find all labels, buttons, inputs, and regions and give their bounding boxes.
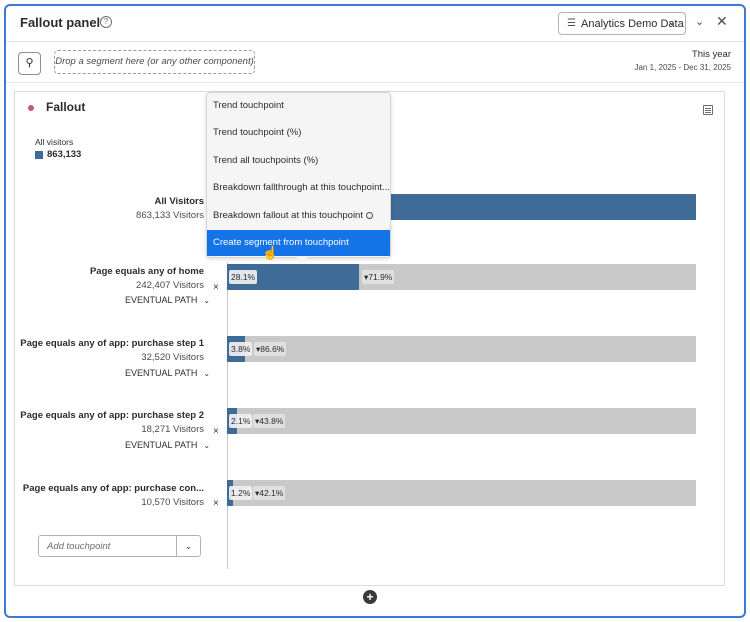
touchpoint-visitors: 32,520 Visitors xyxy=(141,352,204,363)
close-icon[interactable]: ✕ xyxy=(716,13,728,30)
touchpoint-visitors: 10,570 Visitors xyxy=(141,497,204,508)
add-touchpoint-placeholder: Add touchpoint xyxy=(47,541,111,552)
data-source-select[interactable]: ☰ Analytics Demo Data ⌄ xyxy=(558,12,686,35)
legend-swatch xyxy=(35,151,43,159)
menu-item-label: Breakdown fallout at this touchpoint xyxy=(213,210,363,221)
path-type-label: EVENTUAL PATH xyxy=(125,368,198,378)
touchpoint-context-menu: Trend touchpoint Trend touchpoint (%) Tr… xyxy=(206,92,391,263)
fallout-label: ▾86.6% xyxy=(254,342,287,356)
menu-item-breakdown-fallthrough[interactable]: Breakdown fallthrough at this touchpoint… xyxy=(207,175,390,201)
touchpoint-name: Page equals any of app: purchase con... xyxy=(22,483,204,494)
chevron-down-icon[interactable]: ⌄ xyxy=(176,536,200,556)
fallthrough-label: 28.1% xyxy=(229,270,258,284)
path-type-select[interactable]: EVENTUAL PATH ⌄ xyxy=(125,295,210,305)
menu-item-breakdown-fallout[interactable]: Breakdown fallout at this touchpoint xyxy=(207,203,390,229)
remove-touchpoint-icon[interactable]: × xyxy=(213,498,219,509)
chevron-down-icon: ⌄ xyxy=(667,17,676,28)
fallout-bar[interactable]: 3.8% ▾86.6% xyxy=(227,336,696,362)
menu-caret xyxy=(296,257,308,263)
panel-title: Fallout panel xyxy=(20,15,101,30)
fallout-label: ▾42.1% xyxy=(253,486,286,500)
fallout-bar[interactable]: 28.1% ▾71.9% xyxy=(227,264,696,290)
fallout-label: ▾43.8% xyxy=(253,414,286,428)
touchpoint-name: Page equals any of app: purchase step 1 xyxy=(20,338,204,349)
database-icon: ☰ xyxy=(567,18,576,29)
menu-item-create-segment[interactable]: Create segment from touchpoint xyxy=(207,230,390,256)
chevron-down-icon: ⌄ xyxy=(203,441,211,450)
touchpoint-visitors: 18,271 Visitors xyxy=(141,424,204,435)
status-dot xyxy=(28,105,34,111)
remove-touchpoint-icon[interactable]: × xyxy=(213,426,219,437)
touchpoint-visitors: 863,133 Visitors xyxy=(136,210,204,221)
remove-touchpoint-icon[interactable]: × xyxy=(213,282,219,293)
pointer-cursor-icon: ☝ xyxy=(262,245,279,260)
date-range-value[interactable]: Jan 1, 2025 - Dec 31, 2025 xyxy=(634,63,731,72)
fallthrough-label: 3.8% xyxy=(229,342,253,356)
notes-icon[interactable] xyxy=(703,105,713,115)
path-type-select[interactable]: EVENTUAL PATH ⌄ xyxy=(125,368,210,378)
segment-drop-zone[interactable]: Drop a segment here (or any other compon… xyxy=(54,50,255,74)
fallout-bar[interactable]: 1.2% ▾42.1% xyxy=(227,480,696,506)
fallthrough-label: 2.1% xyxy=(229,414,253,428)
add-touchpoint-field[interactable]: Add touchpoint ⌄ xyxy=(38,535,201,557)
menu-item-trend-all-touchpoints[interactable]: Trend all touchpoints (%) xyxy=(207,148,390,174)
visualization-title: Fallout xyxy=(46,100,86,114)
touchpoint-name: All Visitors xyxy=(154,196,204,207)
filter-icon[interactable]: ⚲ xyxy=(18,52,41,75)
add-visualization-icon[interactable]: + xyxy=(363,590,377,604)
segment-bar: ⚲ Drop a segment here (or any other comp… xyxy=(6,43,744,83)
fallthrough-label: 1.2% xyxy=(229,486,253,500)
legend-value: 863,133 xyxy=(47,149,82,160)
path-type-label: EVENTUAL PATH xyxy=(125,440,198,450)
info-icon xyxy=(365,211,373,219)
menu-item-trend-touchpoint[interactable]: Trend touchpoint xyxy=(207,93,390,119)
help-icon[interactable]: ? xyxy=(100,16,112,28)
date-range-title[interactable]: This year xyxy=(692,49,731,60)
collapse-panel-icon[interactable]: ⌄ xyxy=(695,15,704,28)
fallout-bar[interactable]: 2.1% ▾43.8% xyxy=(227,408,696,434)
legend-label: All visitors xyxy=(35,137,74,147)
path-type-label: EVENTUAL PATH xyxy=(125,295,198,305)
menu-item-trend-touchpoint-percent[interactable]: Trend touchpoint (%) xyxy=(207,120,390,146)
fallout-label: ▾71.9% xyxy=(362,270,395,284)
touchpoint-name: Page equals any of home xyxy=(89,266,204,277)
touchpoint-name: Page equals any of app: purchase step 2 xyxy=(20,410,204,421)
panel-header: Fallout panel ? ☰ Analytics Demo Data ⌄ … xyxy=(6,6,744,42)
chevron-down-icon: ⌄ xyxy=(203,296,211,305)
touchpoint-visitors: 242,407 Visitors xyxy=(136,280,204,291)
chevron-down-icon: ⌄ xyxy=(203,369,211,378)
path-type-select[interactable]: EVENTUAL PATH ⌄ xyxy=(125,440,210,450)
